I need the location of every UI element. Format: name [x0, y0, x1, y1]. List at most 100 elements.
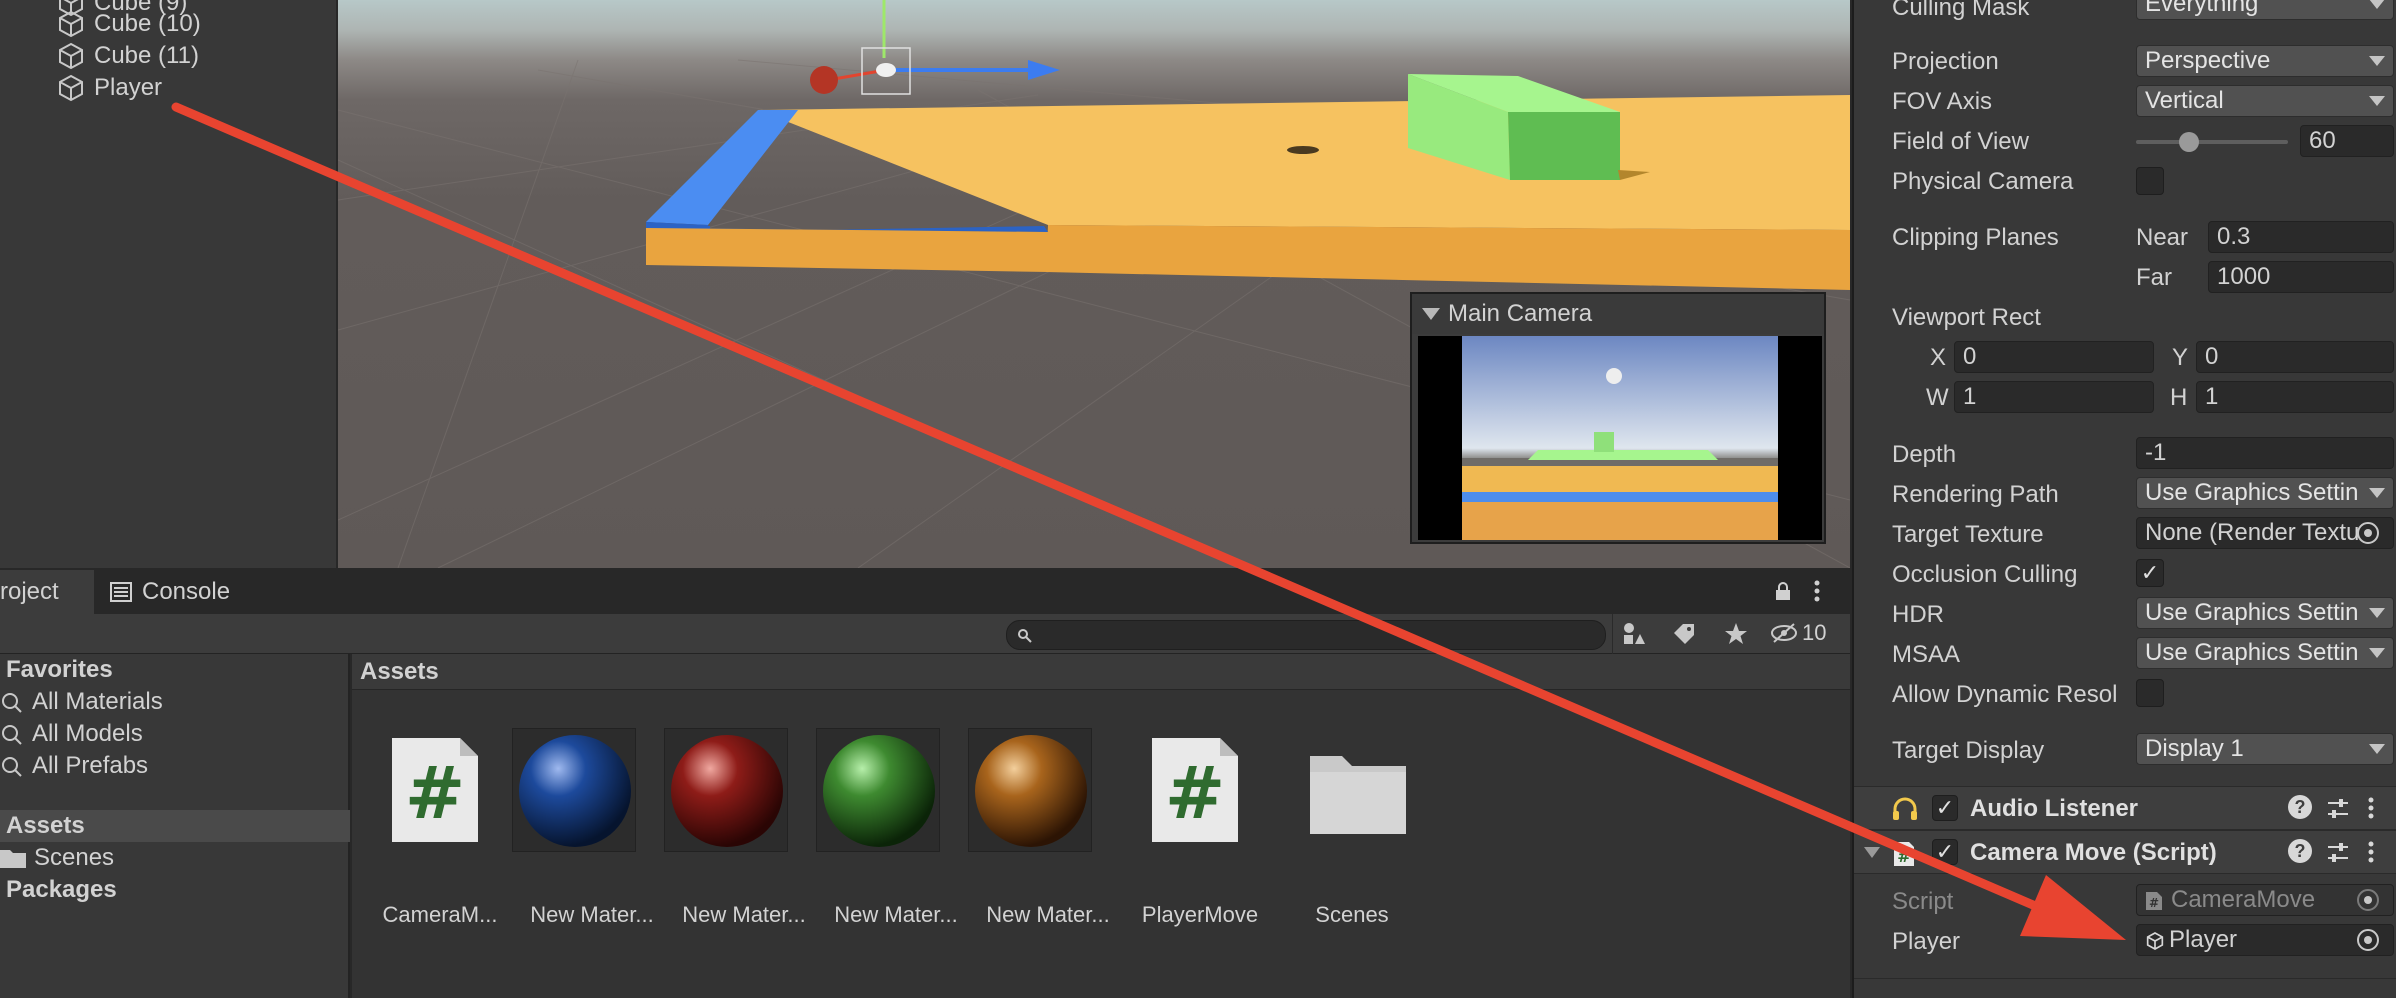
player-field[interactable]: Player — [2136, 924, 2394, 956]
camera-preview-header[interactable]: Main Camera — [1412, 294, 1824, 334]
audio-listener-component-header[interactable]: ✓ Audio Listener ? — [1854, 786, 2396, 830]
allow-dynamic-resolution-checkbox[interactable] — [2136, 679, 2164, 707]
help-icon[interactable]: ? — [2288, 795, 2312, 819]
search-icon — [1018, 629, 1032, 643]
breadcrumb-assets[interactable]: Assets — [360, 658, 439, 686]
tab-project[interactable]: roject — [0, 570, 94, 614]
scene-view[interactable]: Main Camera — [338, 0, 1850, 568]
target-display-dropdown[interactable]: Display 1 — [2136, 733, 2394, 765]
lock-icon[interactable] — [1772, 580, 1794, 609]
checkmark-icon: ✓ — [1935, 839, 1955, 864]
asset-item[interactable]: New Mater... — [512, 716, 654, 927]
tree-all-prefabs[interactable]: All Prefabs — [0, 750, 350, 782]
viewport-x-input[interactable]: 0 — [1954, 341, 2154, 373]
chevron-down-icon — [2369, 648, 2385, 658]
asset-item[interactable]: New Mater... — [968, 716, 1110, 927]
camera-move-title: Camera Move (Script) — [1970, 839, 2217, 866]
far-clip-value: 1000 — [2217, 263, 2271, 290]
target-display-value: Display 1 — [2145, 735, 2244, 762]
tree-label: Favorites — [6, 656, 113, 683]
object-picker-icon[interactable] — [2357, 522, 2379, 544]
search-input[interactable] — [1006, 620, 1606, 650]
hierarchy-panel: Cube (9) Cube (10) Cube (11) Player — [0, 0, 336, 568]
msaa-value: Use Graphics Settin — [2145, 639, 2359, 666]
filter-by-type-icon[interactable] — [1612, 614, 1652, 654]
asset-item[interactable]: # CameraM... — [360, 716, 502, 927]
viewport-h-label: H — [2170, 384, 2188, 411]
more-options-icon[interactable] — [2366, 839, 2376, 865]
folder-icon — [1290, 728, 1414, 852]
help-icon[interactable]: ? — [2288, 839, 2312, 863]
tree-scenes[interactable]: Scenes — [0, 842, 350, 874]
viewport-y-value: 0 — [2205, 343, 2219, 370]
viewport-w-input[interactable]: 1 — [1954, 381, 2154, 413]
filter-by-label-icon[interactable] — [1664, 614, 1704, 654]
near-clip-value: 0.3 — [2217, 223, 2251, 250]
object-picker-icon[interactable] — [2357, 929, 2379, 951]
cube-icon — [59, 10, 83, 38]
depth-input[interactable]: -1 — [2136, 437, 2394, 469]
fov-axis-dropdown[interactable]: Vertical — [2136, 85, 2394, 117]
hdr-dropdown[interactable]: Use Graphics Settin — [2136, 597, 2394, 629]
more-options-icon[interactable] — [1812, 578, 1822, 611]
hierarchy-item-player[interactable]: Player — [56, 73, 162, 103]
field-of-view-input[interactable]: 60 — [2300, 125, 2394, 157]
fov-axis-value: Vertical — [2145, 87, 2224, 114]
hidden-packages-toggle[interactable]: 10 — [1770, 620, 1826, 646]
hierarchy-item[interactable]: Cube (10) — [56, 9, 201, 39]
ground-platform-top — [758, 95, 1850, 230]
culling-mask-dropdown[interactable]: Everything — [2136, 0, 2394, 20]
tree-all-models[interactable]: All Models — [0, 718, 350, 750]
projection-dropdown[interactable]: Perspective — [2136, 45, 2394, 77]
asset-item[interactable]: New Mater... — [664, 716, 806, 927]
hierarchy-item[interactable]: Cube (11) — [56, 41, 199, 71]
asset-label: New Mater... — [682, 902, 806, 927]
hierarchy-item-label: Cube (11) — [94, 42, 199, 69]
near-label: Near — [2136, 224, 2189, 251]
breadcrumb: Assets — [352, 654, 1850, 690]
msaa-dropdown[interactable]: Use Graphics Settin — [2136, 637, 2394, 669]
csharp-script-icon: # — [378, 728, 502, 852]
tree-assets[interactable]: Assets — [0, 810, 350, 842]
audio-listener-enabled-checkbox[interactable]: ✓ — [1932, 795, 1958, 821]
more-options-icon[interactable] — [2366, 795, 2376, 821]
target-texture-label: Target Texture — [1892, 521, 2044, 548]
asset-item[interactable]: New Mater... — [816, 716, 958, 927]
camera-preview-window[interactable]: Main Camera — [1410, 292, 1826, 544]
cube-icon — [2146, 932, 2164, 950]
tab-console[interactable]: Console — [110, 570, 230, 614]
favorite-star-icon[interactable] — [1716, 614, 1756, 654]
camera-move-enabled-checkbox[interactable]: ✓ — [1932, 839, 1958, 865]
field-of-view-slider[interactable] — [2136, 132, 2288, 152]
rendering-path-dropdown[interactable]: Use Graphics Settin — [2136, 477, 2394, 509]
chevron-down-icon — [2369, 96, 2385, 106]
occlusion-culling-checkbox[interactable]: ✓ — [2136, 559, 2164, 587]
ground-platform-side — [1046, 225, 1850, 290]
camera-move-component-header[interactable]: # ✓ Camera Move (Script) ? — [1854, 830, 2396, 874]
physical-camera-checkbox[interactable] — [2136, 167, 2164, 195]
chevron-down-icon — [2369, 56, 2385, 66]
viewport-y-input[interactable]: 0 — [2196, 341, 2394, 373]
blue-edge-top — [646, 110, 798, 225]
chevron-down-icon — [2369, 744, 2385, 754]
presets-icon[interactable] — [2326, 841, 2350, 865]
target-texture-field[interactable]: None (Render Textu — [2136, 517, 2394, 549]
asset-item[interactable]: Scenes — [1272, 716, 1414, 927]
assets-panel: Assets # CameraM... New Mater... New Mat… — [352, 654, 1850, 998]
slider-handle[interactable] — [2179, 132, 2200, 152]
far-clip-input[interactable]: 1000 — [2208, 261, 2394, 293]
tree-favorites[interactable]: Favorites — [0, 654, 350, 686]
hierarchy-item-label: Player — [94, 74, 163, 101]
clipping-planes-label: Clipping Planes — [1892, 224, 2059, 251]
viewport-h-input[interactable]: 1 — [2196, 381, 2394, 413]
asset-item[interactable]: # PlayerMove — [1120, 716, 1260, 927]
collapse-triangle-icon[interactable] — [1422, 308, 1440, 320]
csharp-script-icon: # — [1894, 842, 1914, 866]
search-icon — [2, 757, 22, 777]
tree-packages[interactable]: Packages — [0, 874, 350, 906]
rendering-path-label: Rendering Path — [1892, 481, 2059, 508]
near-clip-input[interactable]: 0.3 — [2208, 221, 2394, 253]
foldout-arrow-icon[interactable] — [1864, 847, 1880, 858]
presets-icon[interactable] — [2326, 797, 2350, 821]
tree-all-materials[interactable]: All Materials — [0, 686, 350, 718]
